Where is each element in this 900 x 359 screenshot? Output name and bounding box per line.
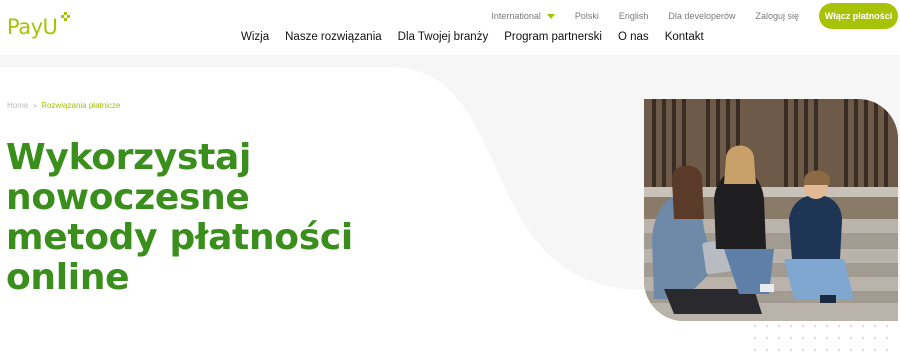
top-link-english[interactable]: English [619,11,649,21]
chevron-down-icon [546,13,555,19]
headline-line-2: nowoczesne [6,177,250,218]
top-link-polski[interactable]: Polski [575,11,599,21]
nav-item-about[interactable]: O nas [618,31,649,43]
top-link-developers[interactable]: Dla developerów [668,11,735,21]
hero-headline: Wykorzystaj nowoczesne metody płatności … [6,138,366,298]
main-nav: Wizja Nasze rozwiązania Dla Twojej branż… [241,29,720,45]
breadcrumb-current: Rozwiązania płatnicze [41,101,121,110]
breadcrumb-separator: » [32,101,38,110]
login-link[interactable]: Zaloguj się [755,11,799,21]
headline-line-3: metody płatności [6,217,353,258]
nav-item-partner-program[interactable]: Program partnerski [504,31,602,43]
nav-item-wizja[interactable]: Wizja [241,31,269,43]
hero-photo [644,99,898,321]
headline-line-1: Wykorzystaj [6,137,252,178]
hero-photo-illustration [644,99,898,321]
language-selector[interactable]: International [491,11,555,21]
payu-logo[interactable]: PayU [7,12,70,42]
nav-item-solutions[interactable]: Nasze rozwiązania [285,31,382,43]
site-header: PayU International Polski English Dla de… [0,0,900,55]
logo-dots-icon [61,12,70,21]
enable-payments-button[interactable]: Włącz płatności [819,3,898,29]
logo-text: PayU [7,15,58,39]
nav-item-contact[interactable]: Kontakt [665,31,704,43]
nav-item-industry[interactable]: Dla Twojej branży [398,31,489,43]
breadcrumb: Home » Rozwiązania płatnicze [7,101,120,110]
headline-line-4: online [6,257,130,298]
language-selector-label: International [491,11,541,21]
breadcrumb-home[interactable]: Home [7,101,28,110]
